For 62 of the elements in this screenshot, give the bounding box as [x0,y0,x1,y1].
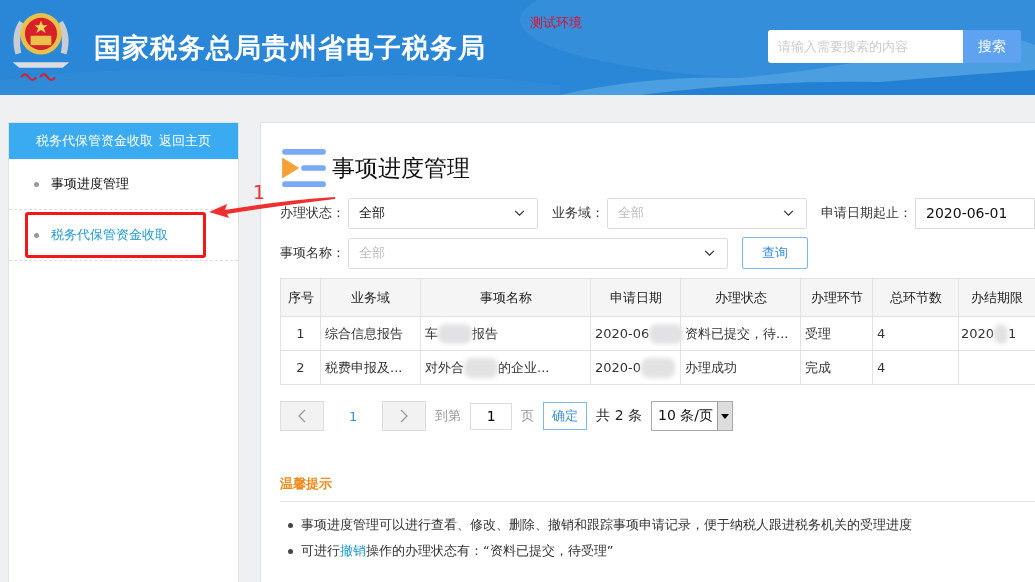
table-cell: 对外合 的企业... [420,350,591,385]
caret-down-icon [721,413,730,419]
column-header: 总环节数 [872,278,959,317]
table-cell: 税费申报及... [320,350,421,385]
page-title: 事项进度管理 [332,153,470,183]
filter-label: 办理状态： [280,204,345,222]
filter-label: 申请日期起止： [821,204,912,222]
table-cell: 办理成功 [680,350,801,385]
sidebar-title: 税务代保管资金收取 [36,132,153,150]
home-link[interactable]: 返回主页 [159,132,211,150]
table-cell: 资料已提交，待... [680,316,801,351]
next-page-button[interactable] [382,401,427,431]
table-cell: 4 [872,350,959,385]
sidebar-item[interactable]: 事项进度管理 [34,175,129,193]
page-number[interactable]: 1 [333,408,374,424]
table-cell: 车 报告 [420,316,591,351]
column-header: 办结期限 [958,278,1035,317]
bullet-icon [288,522,293,528]
column-header: 序号 [280,278,321,317]
chevron-down-icon [704,249,715,257]
sidebar-item[interactable]: 税务代保管资金收取 [34,226,168,244]
filter-label: 业务域： [552,204,604,222]
page-size-dropdown[interactable]: 10 条/页 [651,401,734,431]
column-header: 申请日期 [590,278,681,317]
column-header: 办理环节 [800,278,873,317]
text-link[interactable]: 撤销 [340,542,366,558]
chevron-right-icon [400,409,409,423]
query-button[interactable]: 查询 [742,237,808,269]
chevron-down-icon [514,209,525,217]
column-header: 业务域 [320,278,421,317]
environment-label: 测试环境 [530,14,582,32]
dropdown-field[interactable]: 全部 [348,237,728,269]
total-count: 共 2 条 [596,407,643,425]
table-cell: 受理 [800,316,873,351]
column-header: 事项名称 [420,278,591,317]
filter-label: 事项名称： [280,244,345,262]
list-play-icon [280,149,328,187]
dropdown-field[interactable]: 全部 [348,197,538,229]
tip-text: 事项进度管理可以进行查看、修改、删除、撤销和跟踪事项申请记录，便于纳税人跟进税务机关的受理进度 [301,516,912,534]
table-cell: 综合信息报告 [320,316,421,351]
table-cell: 2020-06 [590,316,681,351]
tip-text: 可进行撤销操作的办理状态有：“资料已提交，待受理” [301,542,614,560]
page-input[interactable]: 1 [470,402,513,430]
page-unit-label: 页 [521,407,535,425]
bullet-icon [288,548,293,554]
confirm-button[interactable]: 确定 [543,402,588,430]
table-cell: 1 [280,316,321,351]
search-button[interactable]: 搜索 [963,30,1021,63]
table-cell: 完成 [800,350,873,385]
column-header: 办理状态 [680,278,801,317]
dropdown-field[interactable]: 全部 [607,197,807,229]
chevron-left-icon [298,409,306,423]
date-field[interactable]: 2020-06-01 [915,197,1035,229]
table-cell: 2 [280,350,321,385]
chevron-down-icon [783,209,794,217]
site-title: 国家税务总局贵州省电子税务局 [94,30,486,65]
previous-page-button[interactable] [280,401,324,431]
goto-label: 到第 [435,407,462,425]
table-cell: 4 [872,316,959,351]
table-cell: 2020-0 [590,350,681,385]
tips-title: 温馨提示 [280,475,1035,502]
annotation-number: 1 [253,181,266,203]
